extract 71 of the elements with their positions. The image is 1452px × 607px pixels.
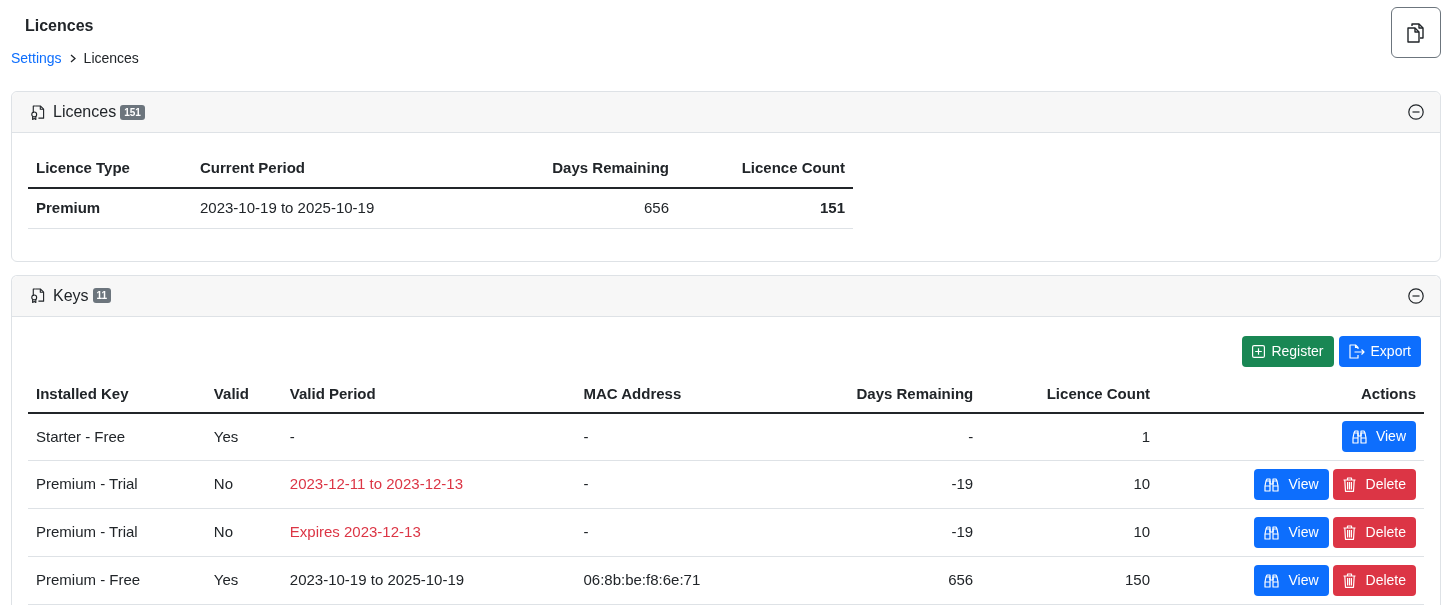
column-header: MAC Address [575, 376, 780, 413]
table-cell: 10 [981, 460, 1159, 509]
export-button[interactable]: Export [1338, 335, 1421, 367]
table-cell: 2023-10-19 to 2025-10-19 [281, 556, 576, 605]
delete-button[interactable]: Delete [1332, 565, 1416, 596]
chevron-right-icon [69, 53, 76, 63]
table-cell: 151 [677, 188, 853, 228]
binoculars-icon [1264, 477, 1280, 492]
table-cell: - [779, 412, 982, 461]
table-cell: 06:8b:be:f8:6e:71 [575, 556, 780, 605]
minus-circle-icon[interactable] [1408, 287, 1424, 304]
table-cell: No [205, 508, 282, 557]
minus-circle-icon[interactable] [1408, 104, 1424, 120]
certificate-icon [30, 103, 45, 121]
table-cell: 150 [981, 556, 1159, 605]
column-header: Licence Count [677, 150, 853, 188]
column-header: Licence Type [28, 150, 192, 188]
column-header: Days Remaining [480, 150, 677, 188]
table-cell: - [575, 412, 780, 461]
table-cell: - [575, 508, 780, 557]
table-cell: -19 [779, 460, 982, 509]
table-cell: 1 [981, 412, 1159, 461]
table-cell: Yes [205, 556, 282, 605]
view-button[interactable]: View [1254, 469, 1329, 500]
count-badge: 151 [120, 104, 145, 120]
column-header: Current Period [192, 150, 480, 188]
table-cell: 10 [981, 508, 1159, 557]
copy-button[interactable] [1391, 7, 1441, 58]
binoculars-icon [1351, 429, 1367, 444]
column-header: Licence Count [981, 376, 1159, 413]
view-button[interactable]: View [1341, 421, 1416, 453]
trash-icon [1342, 573, 1356, 588]
table-cell: 2023-12-11 to 2023-12-13 [281, 460, 576, 509]
binoculars-icon [1264, 573, 1280, 588]
plus-square-icon [1252, 344, 1266, 358]
table-cell: 656 [779, 556, 982, 605]
table-cell: Premium [28, 188, 192, 228]
table-cell: 656 [480, 188, 677, 228]
count-badge: 11 [92, 288, 112, 303]
table-cell: Starter - Free [28, 412, 206, 461]
table-cell: No [205, 460, 282, 509]
column-header: Installed Key [28, 376, 206, 413]
table-cell: - [575, 460, 780, 509]
document-arrow-icon [1348, 343, 1365, 359]
table-cell: - [281, 412, 576, 461]
table-cell: Yes [205, 412, 282, 461]
certificate-icon [30, 287, 45, 304]
table-cell: 2023-10-19 to 2025-10-19 [192, 188, 480, 228]
column-header: Valid Period [281, 376, 576, 413]
table-cell: -19 [779, 508, 982, 557]
table-cell: Premium - Trial [28, 460, 206, 509]
delete-button[interactable]: Delete [1332, 469, 1416, 500]
card-title: Keys [53, 285, 89, 306]
column-header: Days Remaining [779, 376, 982, 413]
card-title: Licences [53, 102, 117, 122]
breadcrumb-current: Licences [83, 49, 139, 67]
view-button[interactable]: View [1254, 565, 1329, 596]
binoculars-icon [1264, 525, 1280, 540]
view-button[interactable]: View [1254, 517, 1329, 548]
copy-icon [1407, 22, 1425, 43]
column-header: Valid [205, 376, 282, 413]
delete-button[interactable]: Delete [1332, 517, 1416, 548]
table-cell: Premium - Trial [28, 508, 206, 557]
register-button[interactable]: Register [1242, 335, 1334, 367]
table-cell: Expires 2023-12-13 [281, 508, 576, 557]
page-title: Licences [25, 16, 95, 36]
trash-icon [1342, 525, 1356, 540]
breadcrumb-link[interactable]: Settings [11, 49, 62, 67]
column-header: Actions [1158, 376, 1424, 413]
trash-icon [1342, 477, 1356, 492]
table-cell: Premium - Free [28, 556, 206, 605]
